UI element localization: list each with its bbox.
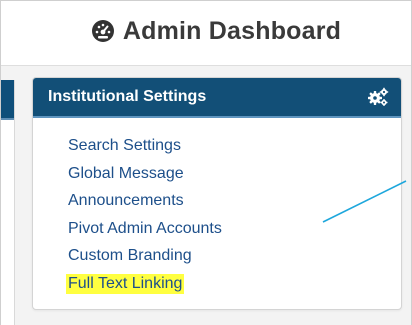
page-title-group: Admin Dashboard	[91, 17, 341, 46]
list-item: Custom Branding	[68, 242, 401, 270]
list-item: Full Text Linking	[66, 270, 401, 298]
global-message-link[interactable]: Global Message	[68, 165, 184, 182]
page-header: Admin Dashboard	[1, 1, 411, 61]
announcements-link[interactable]: Announcements	[68, 192, 184, 209]
institutional-settings-panel: Institutional Settings Search Settings G…	[32, 77, 402, 310]
dashboard-content: Institutional Settings Search Settings G…	[1, 65, 411, 325]
list-item: Announcements	[68, 187, 401, 215]
list-item: Pivot Admin Accounts	[68, 215, 401, 243]
panel-header: Institutional Settings	[33, 78, 401, 118]
list-item: Search Settings	[68, 132, 401, 160]
pivot-admin-accounts-link[interactable]: Pivot Admin Accounts	[68, 220, 222, 237]
gears-icon[interactable]	[367, 86, 389, 108]
full-text-linking-link[interactable]: Full Text Linking	[66, 273, 185, 294]
adjacent-panel-header	[1, 80, 14, 120]
adjacent-panel-edge	[1, 80, 15, 325]
dashboard-icon	[91, 19, 115, 43]
page-frame: Admin Dashboard Institutional Settings S…	[0, 0, 412, 325]
search-settings-link[interactable]: Search Settings	[68, 137, 181, 154]
page-title: Admin Dashboard	[122, 16, 342, 45]
custom-branding-link[interactable]: Custom Branding	[68, 247, 192, 264]
list-item: Global Message	[68, 160, 401, 188]
settings-link-list: Search Settings Global Message Announcem…	[33, 118, 401, 297]
panel-title: Institutional Settings	[48, 88, 207, 105]
